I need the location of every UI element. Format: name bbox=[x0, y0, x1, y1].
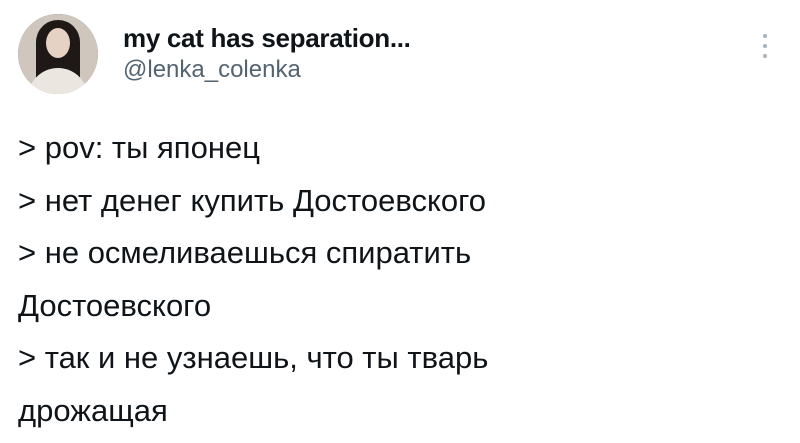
avatar[interactable] bbox=[18, 14, 98, 94]
author-names: my cat has separation... @lenka_colenka bbox=[123, 23, 411, 85]
tweet-line: Достоевского bbox=[18, 287, 212, 323]
user-handle[interactable]: @lenka_colenka bbox=[123, 55, 411, 85]
tweet-header: my cat has separation... @lenka_colenka bbox=[18, 14, 411, 94]
more-dot bbox=[763, 54, 767, 58]
tweet-text: > pov: ты японец > нет денег купить Дост… bbox=[18, 122, 788, 437]
display-name[interactable]: my cat has separation... bbox=[123, 23, 411, 53]
tweet-line: > так и не узнаешь, что ты тварь bbox=[18, 340, 489, 375]
tweet-line: > pov: ты японец bbox=[18, 130, 260, 165]
tweet-line: дрожащая bbox=[18, 392, 168, 428]
more-dot bbox=[763, 44, 767, 48]
more-vertical-icon[interactable] bbox=[760, 34, 770, 58]
tweet-line: > не осмеливаешься спиратить bbox=[18, 235, 472, 270]
tweet: my cat has separation... @lenka_colenka … bbox=[0, 0, 800, 443]
tweet-line: > нет денег купить Достоевского bbox=[18, 182, 486, 218]
avatar-face bbox=[46, 28, 70, 58]
more-dot bbox=[763, 34, 767, 38]
